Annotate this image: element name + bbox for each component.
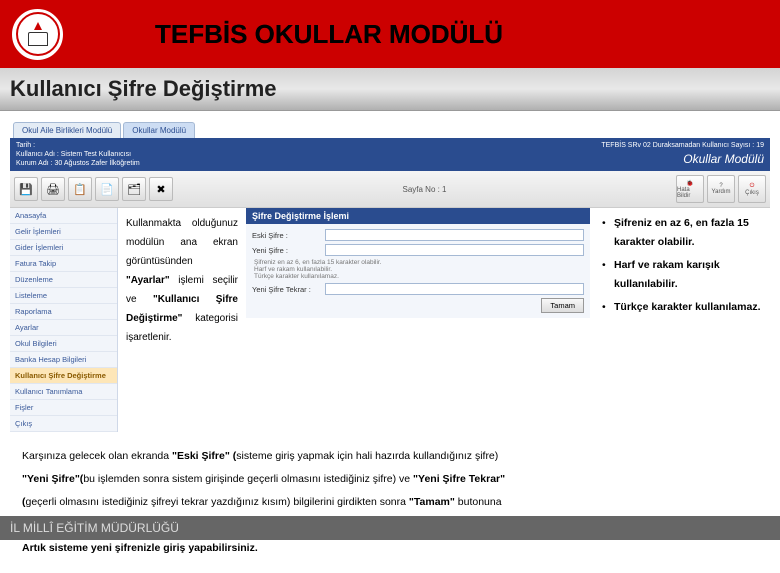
torch-icon <box>34 22 42 30</box>
password-form: Şifre Değiştirme İşlemi Eski Şifre : Yen… <box>246 208 590 432</box>
form-title: Şifre Değiştirme İşlemi <box>246 208 590 224</box>
slide-header: TEFBİS OKULLAR MODÜLÜ <box>0 0 780 68</box>
toolbar-doc-icon[interactable]: 📄 <box>95 177 119 201</box>
toolbar-print-icon[interactable]: 🖨 <box>41 177 65 201</box>
meb-logo <box>10 7 65 62</box>
form-hint-2: Harf ve rakam kullanılabilir. <box>254 266 584 273</box>
old-pass-input[interactable] <box>325 229 584 241</box>
bullet-2: Harf ve rakam karışık kullanılabilir. <box>602 256 762 294</box>
sidebar-item-exit[interactable]: Çıkış <box>10 416 117 432</box>
sidebar-item-password[interactable]: Kullanıcı Şifre Değiştirme <box>10 368 117 384</box>
sidebar-item-list[interactable]: Listeleme <box>10 288 117 304</box>
new-pass-label: Yeni Şifre : <box>252 246 322 255</box>
form-hint-3: Türkçe karakter kullanılamaz. <box>254 273 584 280</box>
app-screenshot: Okul Aile Birlikleri Modülü Okullar Modü… <box>10 119 770 432</box>
book-icon <box>28 32 48 46</box>
toolbar-save-icon[interactable]: 💾 <box>14 177 38 201</box>
sidebar-item-edit[interactable]: Düzenleme <box>10 272 117 288</box>
footer: İL MİLLÎ EĞİTİM MÜDÜRLÜĞÜ <box>0 516 780 540</box>
body-row: Anasayfa Gelir İşlemleri Gider İşlemleri… <box>10 208 770 432</box>
sidebar-item-userdef[interactable]: Kullanıcı Tanımlama <box>10 384 117 400</box>
instruction-text-left: Kullanmakta olduğunuz modülün ana ekran … <box>118 208 246 432</box>
sidebar-item-bank[interactable]: Banka Hesap Bilgileri <box>10 352 117 368</box>
old-pass-label: Eski Şifre : <box>252 231 322 240</box>
sidebar-item-school[interactable]: Okul Bilgileri <box>10 336 117 352</box>
tab-bar: Okul Aile Birlikleri Modülü Okullar Modü… <box>10 119 770 138</box>
sidebar: Anasayfa Gelir İşlemleri Gider İşlemleri… <box>10 208 118 432</box>
toolbar-cards-icon[interactable]: 🗂 <box>122 177 146 201</box>
bullet-3: Türkçe karakter kullanılamaz. <box>602 298 762 317</box>
info-date-label: Tarih <box>16 142 31 149</box>
info-strip: Tarih : Kullanıcı Adı : Sistem Test Kull… <box>10 138 770 171</box>
toolbar-exit-button[interactable]: ⏻Çıkış <box>738 175 766 203</box>
slide-subtitle: Kullanıcı Şifre Değiştirme <box>0 68 780 111</box>
page-indicator: Sayfa No : 1 <box>402 185 446 194</box>
info-org-value: 30 Ağustos Zafer İlköğretim <box>55 160 140 167</box>
slide-title: TEFBİS OKULLAR MODÜLÜ <box>155 19 503 50</box>
info-user-value: Sistem Test Kullanıcısı <box>61 151 131 158</box>
sidebar-item-receipts[interactable]: Fişler <box>10 400 117 416</box>
tab-oab[interactable]: Okul Aile Birlikleri Modülü <box>13 122 121 138</box>
toolbar-delete-icon[interactable]: ✖ <box>149 177 173 201</box>
toolbar-copy-icon[interactable]: 📋 <box>68 177 92 201</box>
info-user-label: Kullanıcı Adı <box>16 151 55 158</box>
rep-pass-label: Yeni Şifre Tekrar : <box>252 285 322 294</box>
bottom-text: Karşınıza gelecek olan ekranda "Eski Şif… <box>10 438 770 565</box>
sidebar-item-expense[interactable]: Gider İşlemleri <box>10 240 117 256</box>
sidebar-item-invoice[interactable]: Fatura Takip <box>10 256 117 272</box>
content-area: Okul Aile Birlikleri Modülü Okullar Modü… <box>0 111 780 573</box>
toolbar-help-button[interactable]: ?Yardım <box>707 175 735 203</box>
module-banner: Okullar Modülü <box>601 152 764 168</box>
sidebar-item-report[interactable]: Raporlama <box>10 304 117 320</box>
tab-okullar[interactable]: Okullar Modülü <box>123 122 195 138</box>
submit-button[interactable]: Tamam <box>541 298 584 313</box>
rep-pass-input[interactable] <box>325 283 584 295</box>
new-pass-input[interactable] <box>325 244 584 256</box>
bullet-notes: Şifreniz en az 6, en fazla 15 karakter o… <box>590 208 770 432</box>
sidebar-item-income[interactable]: Gelir İşlemleri <box>10 224 117 240</box>
bullet-1: Şifreniz en az 6, en fazla 15 karakter o… <box>602 214 762 252</box>
sidebar-item-home[interactable]: Anasayfa <box>10 208 117 224</box>
info-org-label: Kurum Adı <box>16 160 49 167</box>
form-hint-1: Şifreniz en az 6, en fazla 15 karakter o… <box>254 259 584 266</box>
info-session: TEFBİS SRv 02 Duraksamadan Kullanıcı Say… <box>601 141 764 150</box>
toolbar: 💾 🖨 📋 📄 🗂 ✖ Sayfa No : 1 🐞Hata Bildir ?Y… <box>10 171 770 208</box>
sidebar-item-settings[interactable]: Ayarlar <box>10 320 117 336</box>
toolbar-bug-button[interactable]: 🐞Hata Bildir <box>676 175 704 203</box>
